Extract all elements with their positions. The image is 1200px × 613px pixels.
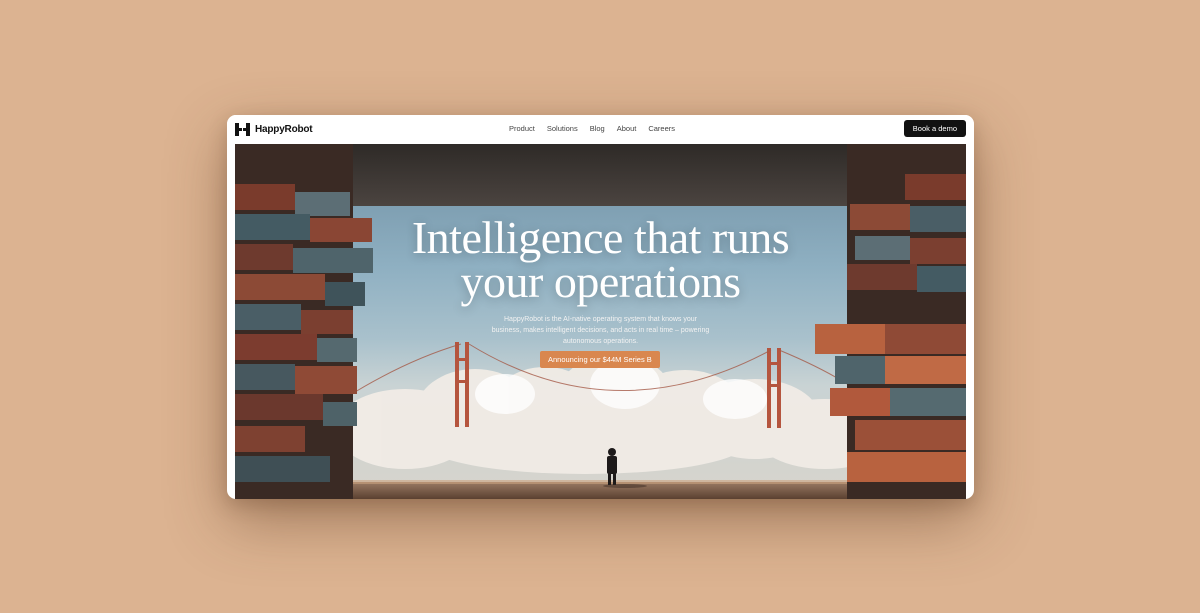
browser-window: HappyRobot Product Solutions Blog About … xyxy=(227,115,974,499)
nav-item-about[interactable]: About xyxy=(617,124,637,133)
top-navbar: HappyRobot Product Solutions Blog About … xyxy=(227,115,974,144)
brand-name: HappyRobot xyxy=(255,123,313,135)
hero-subtext: HappyRobot is the AI-native operating sy… xyxy=(491,316,710,345)
hero-headline-line2: your operations xyxy=(460,256,741,307)
announcement-button[interactable]: Announcing our $44M Series B xyxy=(540,351,660,368)
main-menu: Product Solutions Blog About Careers xyxy=(509,124,675,133)
nav-item-solutions[interactable]: Solutions xyxy=(547,124,578,133)
nav-item-product[interactable]: Product xyxy=(509,124,535,133)
hero-headline: Intelligence that runs your operations xyxy=(235,215,966,307)
hero-section: Intelligence that runs your operations H… xyxy=(235,144,966,499)
brand-logo[interactable]: HappyRobot xyxy=(235,121,313,137)
book-demo-button[interactable]: Book a demo xyxy=(903,120,966,137)
nav-item-blog[interactable]: Blog xyxy=(590,124,605,133)
nav-item-careers[interactable]: Careers xyxy=(648,124,675,133)
happyrobot-logo-icon xyxy=(235,122,250,136)
